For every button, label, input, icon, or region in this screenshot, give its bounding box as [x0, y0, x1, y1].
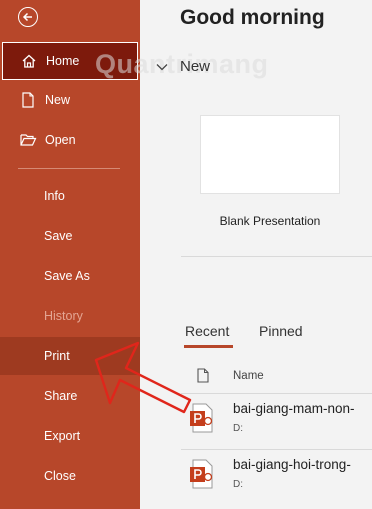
new-section-toggle[interactable]: New: [156, 58, 210, 75]
sidebar-item-label: Info: [44, 189, 65, 203]
document-icon: [197, 368, 209, 383]
sidebar-item-history: History: [0, 297, 140, 335]
back-button[interactable]: [18, 7, 38, 27]
back-arrow-icon: [22, 12, 32, 22]
sidebar-item-label: History: [44, 309, 83, 323]
greeting-title: Good morning: [180, 6, 325, 29]
file-name: bai-giang-mam-non-: [233, 401, 355, 416]
blank-presentation-thumbnail[interactable]: [200, 115, 340, 194]
sidebar-item-print[interactable]: Print: [0, 337, 140, 375]
sidebar-item-close[interactable]: Close: [0, 457, 140, 495]
sidebar-item-open[interactable]: Open: [0, 121, 140, 159]
sidebar-item-export[interactable]: Export: [0, 417, 140, 455]
active-tab-indicator: [184, 345, 233, 348]
chevron-down-icon: [156, 63, 168, 70]
sidebar-item-label: Save As: [44, 269, 90, 283]
sidebar-item-info[interactable]: Info: [0, 177, 140, 215]
list-item[interactable]: bai-giang-hoi-trong- D:: [181, 453, 372, 505]
list-item[interactable]: bai-giang-mam-non- D:: [181, 397, 372, 449]
tab-recent[interactable]: Recent: [185, 323, 229, 339]
sidebar-item-label: New: [45, 93, 71, 107]
new-section-title: New: [180, 58, 211, 75]
sidebar-item-save[interactable]: Save: [0, 217, 140, 255]
list-header-name: Name: [233, 370, 264, 382]
file-name: bai-giang-hoi-trong-: [233, 457, 351, 472]
sidebar-item-label: Save: [44, 229, 73, 243]
powerpoint-file-icon: [189, 403, 215, 438]
new-document-icon: [19, 91, 37, 109]
sidebar-item-label: Print: [44, 349, 70, 363]
sidebar-item-label: Close: [44, 469, 76, 483]
tab-pinned[interactable]: Pinned: [259, 323, 303, 339]
sidebar-item-new[interactable]: New: [0, 81, 140, 119]
home-icon: [20, 52, 38, 70]
file-location: D:: [233, 479, 243, 490]
list-divider: [181, 449, 372, 450]
sidebar-divider: [18, 168, 120, 169]
sidebar-item-label: Home: [46, 54, 80, 68]
sidebar-item-label: Share: [44, 389, 78, 403]
list-divider: [181, 393, 372, 394]
sidebar-item-label: Open: [45, 133, 76, 147]
file-location: D:: [233, 423, 243, 434]
sidebar-item-save-as[interactable]: Save As: [0, 257, 140, 295]
sidebar-item-share[interactable]: Share: [0, 377, 140, 415]
powerpoint-file-icon: [189, 459, 215, 494]
sidebar-item-label: Export: [44, 429, 81, 443]
section-divider: [181, 256, 372, 257]
folder-open-icon: [19, 131, 37, 149]
list-header: Name: [197, 368, 264, 383]
blank-presentation-label: Blank Presentation: [219, 214, 321, 228]
